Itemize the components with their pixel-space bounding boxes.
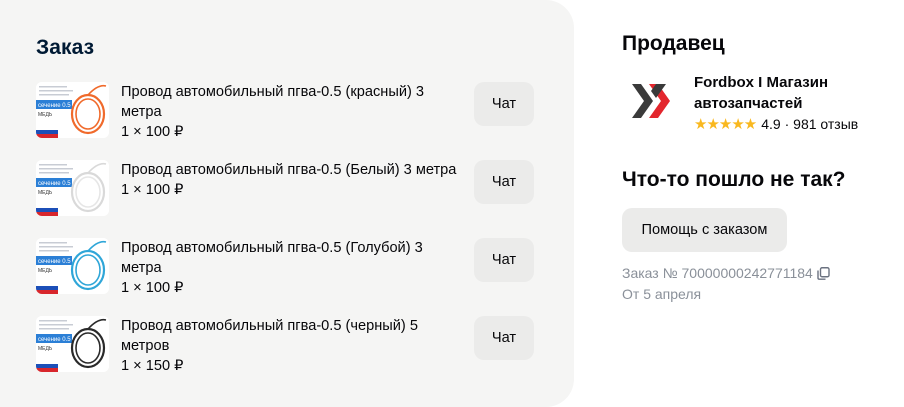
order-date: От 5 апреля [622,286,702,302]
thumb-sublabel: МЕДЬ [38,112,53,118]
item-price: 1 × 100 ₽ [121,280,184,296]
order-card: Заказ сечение 0.5 мм МЕДЬ Провод автомоб… [0,0,574,407]
rating-text[interactable]: 4.9 · 981 отзыв [761,116,858,132]
item-price: 1 × 150 ₽ [121,358,184,374]
help-with-order-button[interactable]: Помощь с заказом [622,208,787,252]
seller-logo[interactable] [622,72,680,130]
item-name[interactable]: Провод автомобильный пгва-0.5 (красный) … [121,82,466,122]
order-number: Заказ № 70000000242771184 [622,265,830,281]
item-name[interactable]: Провод автомобильный пгва-0.5 (Голубой) … [121,238,466,278]
product-thumbnail[interactable]: сечение 0.5 мм МЕДЬ [36,160,109,216]
order-items-list: сечение 0.5 мм МЕДЬ Провод автомобильный… [36,78,536,390]
item-info: Провод автомобильный пгва-0.5 (Белый) 3 … [121,160,466,200]
item-price: 1 × 100 ₽ [121,182,184,198]
chat-button[interactable]: Чат [474,316,534,360]
item-name[interactable]: Провод автомобильный пгва-0.5 (Белый) 3 … [121,160,466,180]
thumb-sublabel: МЕДЬ [38,190,53,196]
fordbox-logo-icon [622,72,680,130]
item-info: Провод автомобильный пгва-0.5 (Голубой) … [121,238,466,298]
seller-title: Продавец [622,32,725,55]
order-number-text: Заказ № 70000000242771184 [622,265,813,281]
order-item: сечение 0.5 мм МЕДЬ Провод автомобильный… [36,78,536,156]
seller-name[interactable]: Fordbox I Магазин автозапчастей [694,72,884,114]
copy-icon[interactable] [817,266,830,280]
rating-stars-icon: ★★★★★ [694,116,757,133]
seller-rating: ★★★★★ 4.9 · 981 отзыв [694,115,858,133]
chat-button[interactable]: Чат [474,82,534,126]
item-info: Провод автомобильный пгва-0.5 (красный) … [121,82,466,142]
product-thumbnail[interactable]: сечение 0.5 мм МЕДЬ [36,316,109,372]
problem-title: Что-то пошло не так? [622,168,846,191]
product-thumbnail[interactable]: сечение 0.5 мм МЕДЬ [36,82,109,138]
product-thumbnail[interactable]: сечение 0.5 мм МЕДЬ [36,238,109,294]
chat-button[interactable]: Чат [474,238,534,282]
thumb-sublabel: МЕДЬ [38,346,53,352]
item-price: 1 × 100 ₽ [121,124,184,140]
order-item: сечение 0.5 мм МЕДЬ Провод автомобильный… [36,156,536,234]
order-title: Заказ [36,36,95,59]
thumb-sublabel: МЕДЬ [38,268,53,274]
item-info: Провод автомобильный пгва-0.5 (черный) 5… [121,316,466,376]
item-name[interactable]: Провод автомобильный пгва-0.5 (черный) 5… [121,316,466,356]
order-item: сечение 0.5 мм МЕДЬ Провод автомобильный… [36,312,536,390]
order-item: сечение 0.5 мм МЕДЬ Провод автомобильный… [36,234,536,312]
chat-button[interactable]: Чат [474,160,534,204]
